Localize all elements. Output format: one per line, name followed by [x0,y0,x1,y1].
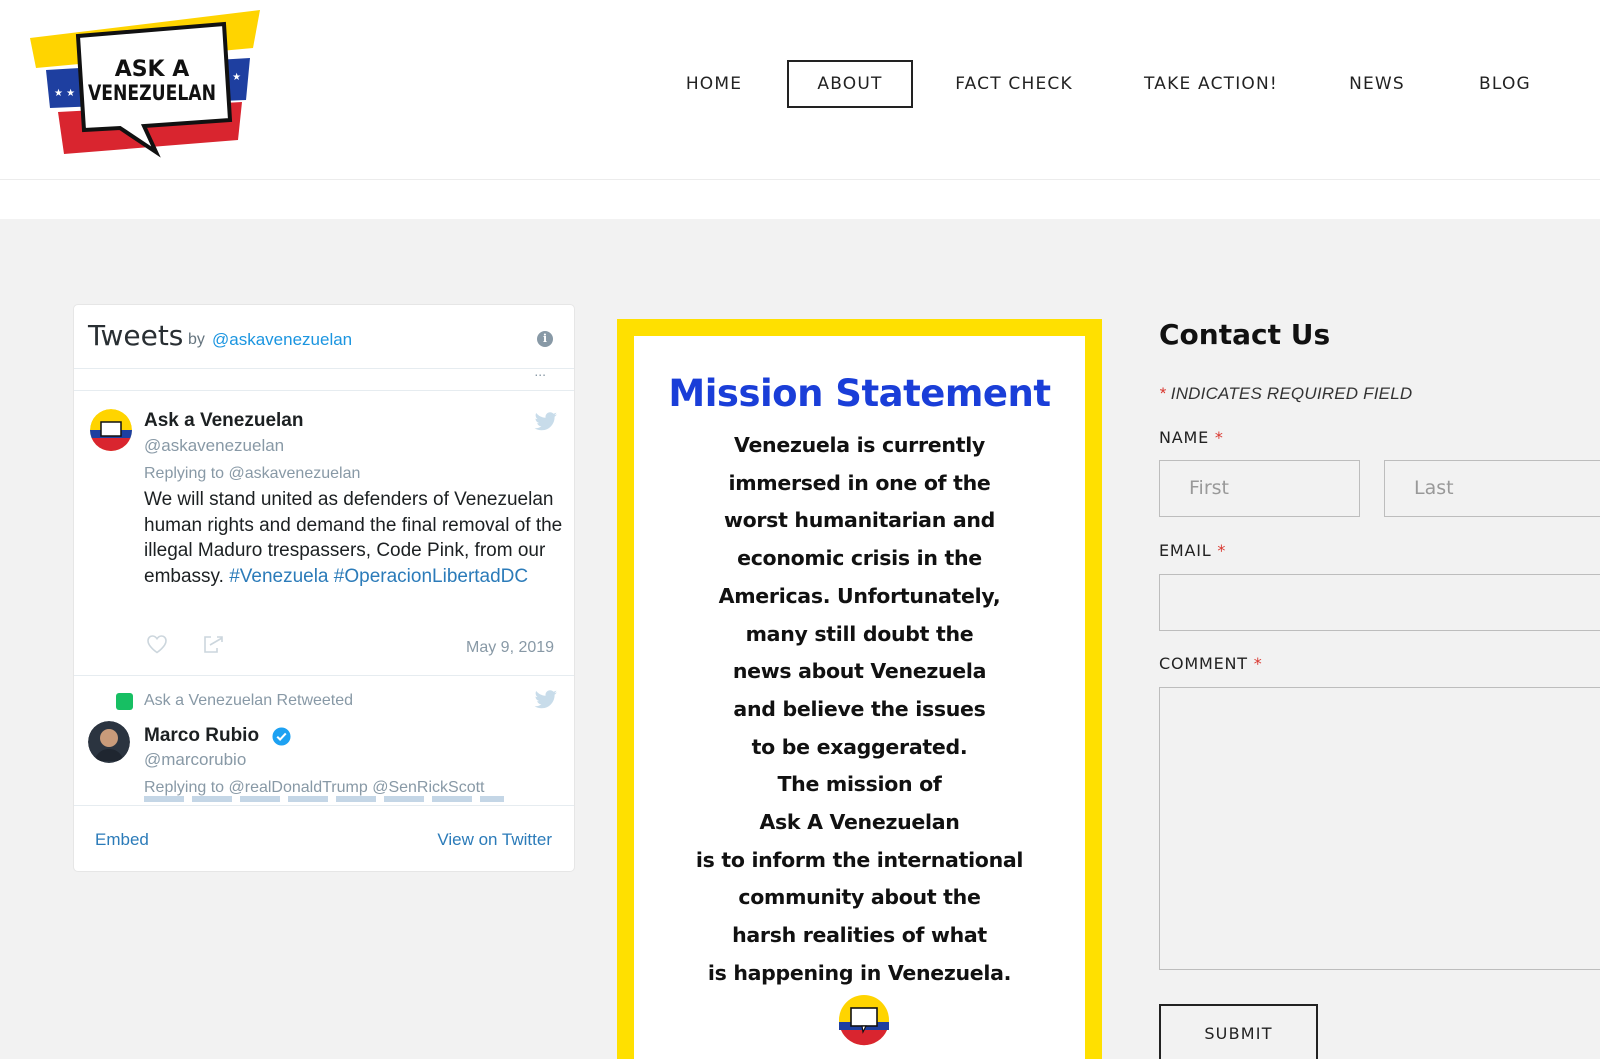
mission-statement-card: Mission Statement Venezuela is currently… [617,319,1102,1059]
view-on-twitter-link[interactable]: View on Twitter [437,830,552,850]
share-icon[interactable] [202,634,224,654]
required-field-note: * INDICATES REQUIRED FIELD [1159,384,1413,403]
first-name-input[interactable]: First [1159,460,1360,517]
tweet-list[interactable]: ... Ask a Venezuelan @askavenezuelan Rep… [74,369,574,805]
mission-logo-badge [839,995,889,1046]
embed-link[interactable]: Embed [95,830,149,850]
nav-item-about[interactable]: ABOUT [787,60,913,108]
clipped-tweet-text [144,796,504,802]
tweet-author-name[interactable]: Ask a Venezuelan [144,410,303,432]
mission-title: Mission Statement [668,372,1051,415]
tweet-text: We will stand united as defenders of Ven… [144,489,563,587]
tweet-author-handle[interactable]: @askavenezuelan [144,436,284,456]
mission-line: many still doubt the [745,621,974,646]
nav-item-take-action[interactable]: TAKE ACTION! [1138,60,1284,108]
tweet-replying-to: Replying to @askavenezuelan [144,465,361,482]
nav-item-blog[interactable]: BLOG [1471,60,1539,108]
verified-badge-icon [272,727,291,746]
mission-line: economic crisis in the [737,546,982,571]
email-label: EMAIL * [1159,541,1227,560]
contact-title: Contact Us [1159,318,1331,351]
like-heart-icon[interactable] [146,634,168,654]
twitter-widget-header: Tweets by @askavenezuelan i [74,305,574,369]
comment-label: COMMENT * [1159,654,1263,673]
mission-line: worst humanitarian and [723,508,996,533]
mission-line: Americas. Unfortunately, [718,583,1001,608]
nav-item-home[interactable]: HOME [676,60,752,108]
previous-tweet-cutoff: ... [74,369,574,391]
twitter-bird-icon[interactable] [534,690,558,710]
mission-line: is to inform the international [695,847,1024,872]
hashtag-link[interactable]: #OperacionLibertadDC [334,566,528,587]
name-label: NAME * [1159,428,1224,447]
avatar[interactable] [88,721,130,763]
submit-button[interactable]: SUBMIT [1159,1004,1318,1059]
avatar[interactable] [90,409,132,451]
twitter-handle-link[interactable]: @askavenezuelan [212,330,352,350]
mission-line: and believe the issues [733,696,986,721]
tweet-author-handle[interactable]: @marcorubio [144,750,246,770]
tweet-date[interactable]: May 9, 2019 [466,639,554,657]
mission-line: Venezuela is currently [734,433,985,457]
mission-line: Ask A Venezuelan [759,810,960,835]
twitter-widget-footer: Embed View on Twitter [74,805,574,871]
mission-body: Venezuela is currently immersed in one o… [634,427,1085,993]
retweeted-label: Ask a Venezuelan Retweeted [144,692,354,709]
nav-item-fact-check[interactable]: FACT CHECK [948,60,1080,108]
mission-line: immersed in one of the [728,470,991,495]
email-field[interactable] [1159,574,1600,631]
mission-line: is happening in Venezuela. [707,960,1012,985]
info-icon[interactable]: i [537,331,553,347]
mission-line: news about Venezuela [732,659,987,684]
last-name-input[interactable]: Last [1384,460,1600,517]
nav-item-news[interactable]: NEWS [1341,60,1413,108]
retweet-icon [116,693,133,710]
twitter-by-label: by [188,331,205,348]
site-header: ★ ★ ★ ★ ASK A VENEZUELAN HOME ABOUT FACT… [0,0,1600,180]
twitter-bird-icon[interactable] [534,412,558,432]
tweet-replying-to: Replying to @realDonaldTrump @SenRickSco… [144,779,485,796]
twitter-widget-title: Tweets [88,319,184,352]
mission-line: community about the [738,885,981,910]
tweet-separator [74,675,574,676]
header-spacer [0,181,1600,219]
mission-line: to be exaggerated. [751,734,968,759]
mission-line: The mission of [777,772,942,797]
hashtag-link[interactable]: #Venezuela [229,566,328,587]
comment-textarea[interactable] [1159,687,1600,970]
main-nav: HOME ABOUT FACT CHECK TAKE ACTION! NEWS … [0,60,1600,108]
tweet-author-name[interactable]: Marco Rubio [144,725,259,747]
mission-line: harsh realities of what [732,923,987,948]
twitter-timeline-widget[interactable]: Tweets by @askavenezuelan i ... Ask a Ve… [74,305,574,871]
